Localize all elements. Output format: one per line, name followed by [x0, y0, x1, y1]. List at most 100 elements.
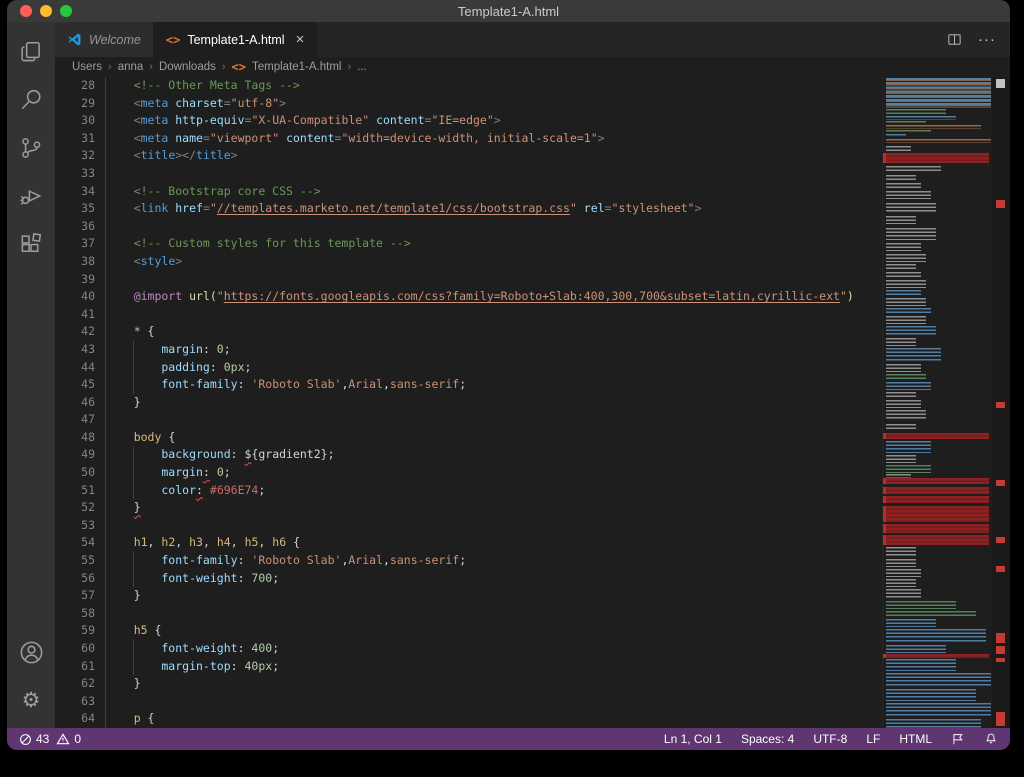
code-line[interactable]: 30 <meta http-equiv="X-UA-Compatible" co… [55, 112, 883, 130]
code-line[interactable]: 48 body { [55, 429, 883, 447]
zoom-window-button[interactable] [60, 5, 72, 17]
breadcrumb-item[interactable]: anna [118, 61, 144, 73]
code-line[interactable]: 62 } [55, 675, 883, 693]
settings-gear-icon[interactable]: ⚙ [7, 676, 55, 724]
code-text: p { [106, 710, 154, 728]
error-mark [996, 537, 1005, 543]
code-line[interactable]: 38 <style> [55, 253, 883, 271]
tab-label: Template1-A.html [187, 33, 284, 47]
source-control-icon[interactable] [7, 124, 55, 172]
code-line[interactable]: 53 [55, 517, 883, 535]
code-text: padding: 0px; [106, 359, 251, 377]
tab-welcome[interactable]: Welcome [55, 22, 154, 57]
minimap-band [886, 392, 916, 398]
minimap-band [886, 601, 956, 609]
minimap-band [883, 654, 989, 658]
code-line[interactable]: 57 } [55, 587, 883, 605]
run-debug-icon[interactable] [7, 172, 55, 220]
code-text: background: ${gradient2}; [106, 446, 335, 464]
code-line[interactable]: 28 <!-- Other Meta Tags --> [55, 77, 883, 95]
error-mark [996, 200, 1005, 208]
minimap-band [886, 116, 956, 120]
problems-indicator[interactable]: 43 0 [19, 732, 81, 746]
minimize-window-button[interactable] [40, 5, 52, 17]
code-line[interactable]: 54 h1, h2, h3, h4, h5, h6 { [55, 534, 883, 552]
code-line[interactable]: 36 [55, 218, 883, 236]
line-number: 46 [55, 394, 95, 412]
split-editor-icon[interactable] [947, 32, 962, 47]
search-icon[interactable] [7, 76, 55, 124]
code-line[interactable]: 44 padding: 0px; [55, 359, 883, 377]
tab-bar: Welcome <> Template1-A.html × ··· [55, 22, 1010, 57]
code-line[interactable]: 45 font-family: 'Roboto Slab',Arial,sans… [55, 376, 883, 394]
code-line[interactable]: 55 font-family: 'Roboto Slab',Arial,sans… [55, 552, 883, 570]
editor-actions: ··· [947, 22, 1010, 57]
overview-ruler[interactable] [992, 77, 1010, 728]
code-line[interactable]: 58 [55, 605, 883, 623]
code-text: margin: 0; [106, 341, 231, 359]
minimap-band [886, 243, 921, 251]
activity-bar: ⚙ [7, 22, 55, 728]
line-number: 48 [55, 429, 95, 447]
code-line[interactable]: 50 margin: 0; [55, 464, 883, 482]
minimap[interactable] [882, 77, 992, 728]
encoding[interactable]: UTF-8 [813, 732, 847, 746]
breadcrumb-item[interactable]: ... [357, 61, 367, 73]
line-number: 59 [55, 622, 95, 640]
code-line[interactable]: 32 <title></title> [55, 147, 883, 165]
tab-close-icon[interactable]: × [296, 31, 305, 48]
indent-guide [133, 447, 134, 500]
eol-sequence[interactable]: LF [866, 732, 880, 746]
language-mode[interactable]: HTML [899, 732, 932, 746]
accounts-icon[interactable] [7, 628, 55, 676]
tab-template1-a[interactable]: <> Template1-A.html × [154, 22, 317, 57]
cursor-position[interactable]: Ln 1, Col 1 [664, 732, 722, 746]
code-line[interactable]: 46 } [55, 394, 883, 412]
code-line[interactable]: 29 <meta charset="utf-8"> [55, 95, 883, 113]
code-line[interactable]: 39 [55, 271, 883, 289]
code-line[interactable]: 59 h5 { [55, 622, 883, 640]
minimap-band [883, 535, 989, 545]
code-line[interactable]: 37 <!-- Custom styles for this template … [55, 235, 883, 253]
code-line[interactable]: 42 * { [55, 323, 883, 341]
code-line[interactable]: 33 [55, 165, 883, 183]
feedback-icon[interactable] [951, 732, 965, 746]
code-line[interactable]: 52 } [55, 499, 883, 517]
line-number: 40 [55, 288, 95, 306]
code-line[interactable]: 51 color: #696E74; [55, 482, 883, 500]
code-line[interactable]: 61 margin-top: 40px; [55, 658, 883, 676]
breadcrumb-item[interactable]: Downloads [159, 61, 216, 73]
status-bar: 43 0 Ln 1, Col 1 Spaces: 4 UTF-8 LF HTML [7, 728, 1010, 750]
code-line[interactable]: 40 @import url("https://fonts.googleapis… [55, 288, 883, 306]
code-line[interactable]: 41 [55, 306, 883, 324]
line-number: 41 [55, 306, 95, 324]
code-text: } [106, 587, 141, 605]
minimap-band [886, 203, 936, 213]
code-line[interactable]: 34 <!-- Bootstrap core CSS --> [55, 183, 883, 201]
code-line[interactable]: 43 margin: 0; [55, 341, 883, 359]
code-line[interactable]: 49 background: ${gradient2}; [55, 446, 883, 464]
explorer-icon[interactable] [7, 28, 55, 76]
minimap-band [886, 629, 986, 643]
minimap-band [886, 280, 926, 288]
code-line[interactable]: 64 p { [55, 710, 883, 728]
close-window-button[interactable] [20, 5, 32, 17]
code-line[interactable]: 56 font-weight: 700; [55, 570, 883, 588]
code-line[interactable]: 47 [55, 411, 883, 429]
extensions-icon[interactable] [7, 220, 55, 268]
more-actions-icon[interactable]: ··· [978, 31, 996, 48]
minimap-band [886, 659, 956, 671]
code-line[interactable]: 31 <meta name="viewport" content="width=… [55, 130, 883, 148]
line-number: 44 [55, 359, 95, 377]
breadcrumb-item[interactable]: Template1-A.html [252, 61, 341, 73]
code-area[interactable]: 28 <!-- Other Meta Tags -->29 <meta char… [55, 77, 883, 728]
notifications-bell-icon[interactable] [984, 732, 998, 746]
line-number: 49 [55, 446, 95, 464]
breadcrumb-item[interactable]: Users [72, 61, 102, 73]
code-line[interactable]: 60 font-weight: 400; [55, 640, 883, 658]
indentation[interactable]: Spaces: 4 [741, 732, 794, 746]
code-line[interactable]: 35 <link href="//templates.marketo.net/t… [55, 200, 883, 218]
line-number: 51 [55, 482, 95, 500]
code-line[interactable]: 63 [55, 693, 883, 711]
minimap-band [886, 264, 916, 270]
